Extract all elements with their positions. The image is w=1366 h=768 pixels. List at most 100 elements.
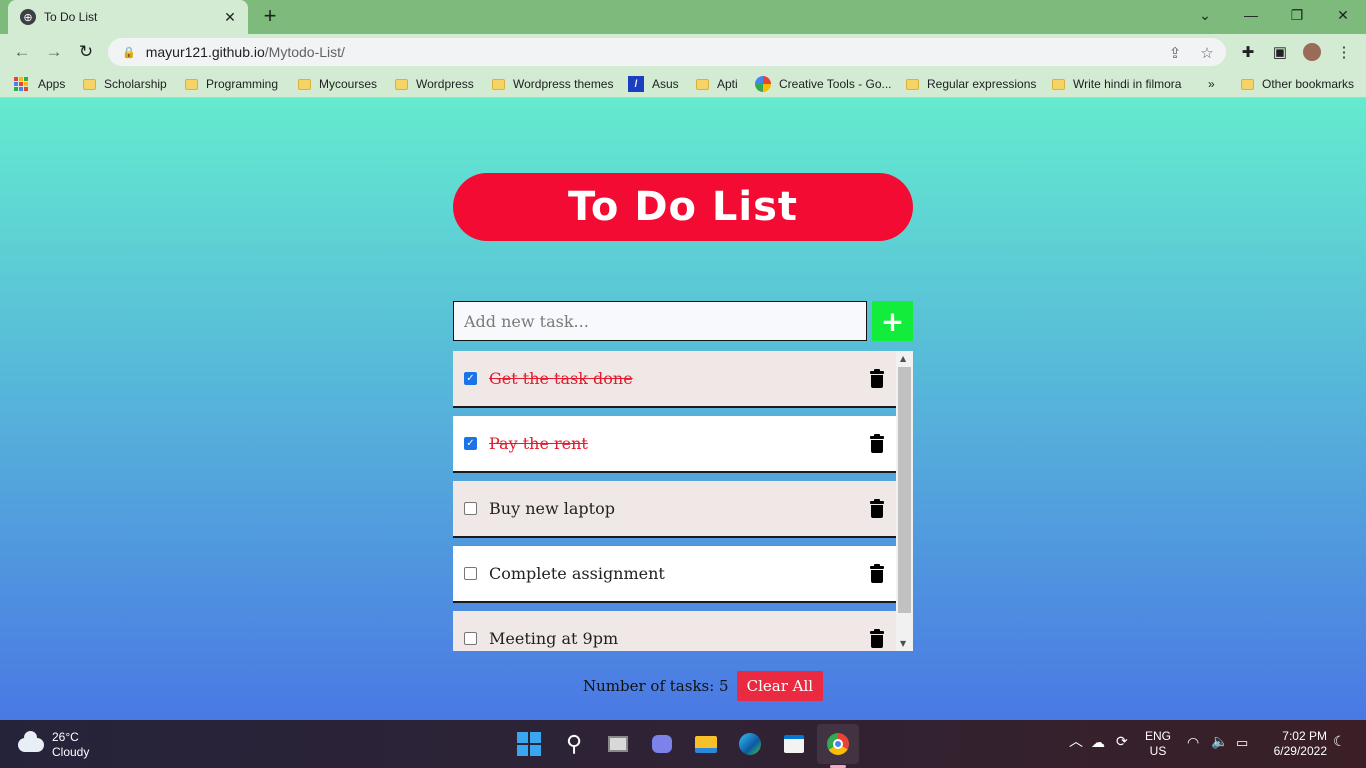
tab-search-chevron-icon[interactable]: ⌄ <box>1182 0 1228 30</box>
more-menu-icon[interactable]: ⋮ <box>1334 42 1354 62</box>
clear-all-button[interactable]: Clear All <box>736 671 824 701</box>
temperature: 26°C <box>52 730 79 744</box>
trash-icon[interactable] <box>869 628 885 648</box>
weather-text: 26°C Cloudy <box>52 730 89 760</box>
bookmark-scholarship[interactable]: Scholarship <box>83 76 167 92</box>
url-host: mayur121.github.io <box>145 44 265 60</box>
task-item: Meeting at 9pm <box>453 611 896 651</box>
bookmark-apps[interactable]: Apps <box>14 76 65 92</box>
reload-icon[interactable]: ↻ <box>74 40 98 64</box>
language-indicator[interactable]: ENG US <box>1143 729 1173 759</box>
task-label: Pay the rent <box>489 434 588 453</box>
edge-browser-icon[interactable] <box>738 732 762 756</box>
address-bar[interactable]: 🔒 mayur121.github.io/Mytodo-List/ ⇪ ☆ <box>108 38 1226 66</box>
tab-close-icon[interactable]: ✕ <box>222 9 238 26</box>
bookmark-mycourses[interactable]: Mycourses <box>298 76 377 92</box>
scroll-down-arrow-icon[interactable]: ▼ <box>900 639 906 648</box>
bookmark-star-icon[interactable]: ☆ <box>1198 44 1216 62</box>
scrollbar-thumb[interactable] <box>898 367 911 613</box>
task-list-scrollbar[interactable]: ▲ ▼ <box>896 351 913 651</box>
bookmark-write-hindi[interactable]: Write hindi in filmora <box>1052 76 1181 92</box>
wifi-icon[interactable]: ◠ <box>1187 735 1199 750</box>
windows-start-icon[interactable] <box>517 732 541 756</box>
volume-icon[interactable]: 🔈 <box>1211 734 1228 749</box>
windows-taskbar: 26°C Cloudy ⚲ ︿ ☁ ⟳ ENG US ◠ 🔈 ▭ 7:02 PM… <box>0 720 1366 768</box>
back-arrow-icon[interactable]: ← <box>10 40 34 64</box>
extensions-puzzle-icon[interactable]: ✚ <box>1238 42 1258 62</box>
add-task-button[interactable]: + <box>872 301 913 341</box>
task-checkbox[interactable] <box>464 502 477 515</box>
trash-icon[interactable] <box>869 368 885 388</box>
folder-icon <box>298 78 311 90</box>
microsoft-store-icon[interactable] <box>782 732 806 756</box>
close-window-icon[interactable]: ✕ <box>1320 0 1366 30</box>
task-label: Meeting at 9pm <box>489 629 619 648</box>
apps-grid-icon <box>14 77 28 91</box>
restore-icon[interactable]: ❐ <box>1274 0 1320 30</box>
task-checkbox[interactable] <box>464 632 477 645</box>
profile-avatar[interactable] <box>1301 41 1323 63</box>
bookmark-label: Other bookmarks <box>1262 77 1355 91</box>
bookmark-label: Write hindi in filmora <box>1073 77 1182 91</box>
new-tab-button[interactable]: + <box>259 5 281 27</box>
bookmark-asus[interactable]: / Asus <box>628 76 679 92</box>
bookmark-label: Mycourses <box>319 77 378 91</box>
bookmark-label: Asus <box>652 77 679 91</box>
file-explorer-icon[interactable] <box>694 732 718 756</box>
show-hidden-icons-chevron-icon[interactable]: ︿ <box>1069 734 1083 749</box>
trash-icon[interactable] <box>869 498 885 518</box>
cloud-icon <box>18 731 44 752</box>
task-label: Complete assignment <box>489 564 665 583</box>
bookmark-creative-tools[interactable]: Creative Tools - Go... <box>755 76 892 92</box>
search-icon[interactable]: ⚲ <box>562 731 586 756</box>
bookmark-apti[interactable]: Apti <box>696 76 738 92</box>
new-task-input[interactable] <box>453 301 867 341</box>
teams-chat-icon[interactable] <box>650 732 674 756</box>
focus-moon-icon[interactable]: ☾ <box>1333 734 1346 749</box>
task-item: Complete assignment <box>453 546 896 603</box>
folder-icon <box>906 78 919 90</box>
bookmark-label: Programming <box>206 77 279 91</box>
share-icon[interactable]: ⇪ <box>1166 44 1184 62</box>
bookmark-wordpress[interactable]: Wordpress <box>395 76 474 92</box>
scroll-up-arrow-icon[interactable]: ▲ <box>900 354 906 363</box>
bookmark-wordpress-themes[interactable]: Wordpress themes <box>492 76 613 92</box>
task-checkbox[interactable]: ✓ <box>464 437 477 450</box>
clock-date: 6/29/2022 <box>1273 744 1327 758</box>
bookmark-label: Regular expressions <box>927 77 1037 91</box>
url-path: /Mytodo-List/ <box>264 44 345 60</box>
bookmark-label: Apti <box>717 77 738 91</box>
task-label: Buy new laptop <box>489 499 615 518</box>
bookmark-label: Apps <box>38 77 66 91</box>
chrome-icon[interactable] <box>826 732 850 756</box>
bookmark-regular-expressions[interactable]: Regular expressions <box>906 76 1036 92</box>
folder-icon <box>1052 78 1065 90</box>
weather-widget[interactable]: 26°C Cloudy <box>18 730 89 760</box>
browser-tab-strip: ⊕ To Do List ✕ + ⌄ — ❐ ✕ <box>0 0 1366 34</box>
bookmark-programming[interactable]: Programming <box>185 76 278 92</box>
battery-icon[interactable]: ▭ <box>1236 735 1248 750</box>
lock-icon: 🔒 <box>122 46 136 59</box>
task-checkbox[interactable] <box>464 567 477 580</box>
task-item: ✓ Pay the rent <box>453 416 896 473</box>
bookmark-label: Creative Tools - Go... <box>779 77 892 91</box>
trash-icon[interactable] <box>869 433 885 453</box>
task-list[interactable]: ✓ Get the task done ✓ Pay the rent Buy n… <box>453 351 913 651</box>
sync-icon[interactable]: ⟳ <box>1116 734 1128 749</box>
task-view-icon[interactable] <box>606 732 630 756</box>
trash-icon[interactable] <box>869 563 885 583</box>
clock[interactable]: 7:02 PM 6/29/2022 <box>1263 729 1327 759</box>
creative-tools-icon <box>755 76 771 92</box>
bookmarks-overflow-icon[interactable]: » <box>1208 76 1215 92</box>
forward-arrow-icon[interactable]: → <box>42 40 66 64</box>
bookmark-label: Scholarship <box>104 77 167 91</box>
globe-icon: ⊕ <box>20 9 36 25</box>
task-checkbox[interactable]: ✓ <box>464 372 477 385</box>
folder-icon <box>185 78 198 90</box>
onedrive-cloud-icon[interactable]: ☁ <box>1091 735 1105 750</box>
bookmark-other[interactable]: Other bookmarks <box>1241 76 1354 92</box>
browser-tab[interactable]: ⊕ To Do List ✕ <box>8 0 248 34</box>
side-panel-icon[interactable]: ▣ <box>1270 42 1290 62</box>
minimize-icon[interactable]: — <box>1228 0 1274 30</box>
bookmark-label: Wordpress themes <box>513 77 614 91</box>
